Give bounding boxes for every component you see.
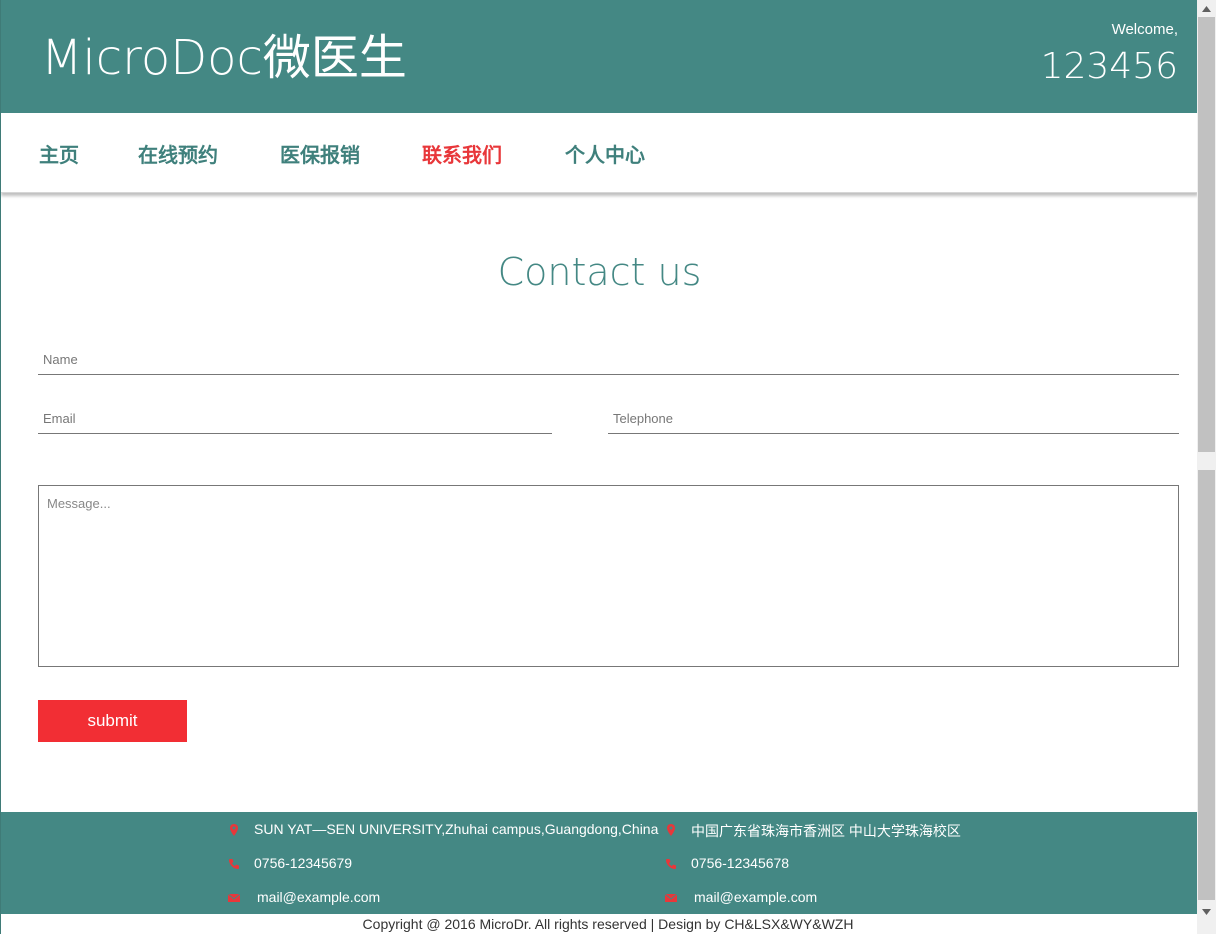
nav-item-contact[interactable]: 联系我们 bbox=[422, 139, 502, 168]
brand-logo[interactable]: MicroDoc微医生 bbox=[41, 34, 407, 82]
footer-address-cn: 中国广东省珠海市香洲区 中山大学珠海校区 bbox=[691, 823, 961, 839]
scroll-thumb[interactable] bbox=[1198, 470, 1215, 900]
nav-item-appointment[interactable]: 在线预约 bbox=[138, 139, 218, 168]
welcome-label: Welcome, bbox=[1111, 21, 1178, 38]
phone-icon bbox=[229, 859, 239, 869]
name-field[interactable] bbox=[38, 344, 1179, 375]
envelope-icon bbox=[227, 893, 241, 902]
email-field[interactable] bbox=[38, 403, 552, 434]
nav-item-insurance[interactable]: 医保报销 bbox=[280, 139, 360, 168]
nav-item-profile[interactable]: 个人中心 bbox=[565, 139, 645, 168]
map-marker-icon bbox=[230, 824, 238, 836]
user-name[interactable]: 123456 bbox=[1041, 49, 1178, 85]
scroll-thumb[interactable] bbox=[1198, 17, 1215, 452]
footer-phone-left: 0756-12345679 bbox=[254, 855, 353, 871]
message-field[interactable] bbox=[38, 485, 1179, 667]
header: MicroDoc微医生 Welcome, 123456 bbox=[1, 0, 1197, 113]
footer-phone-right: 0756-12345678 bbox=[691, 855, 790, 871]
map-marker-icon bbox=[667, 824, 675, 836]
footer-email-left[interactable]: mail@example.com bbox=[257, 889, 380, 905]
submit-button[interactable]: submit bbox=[38, 700, 187, 742]
footer-email-right[interactable]: mail@example.com bbox=[694, 889, 817, 905]
phone-icon bbox=[666, 859, 676, 869]
scroll-up-icon[interactable] bbox=[1197, 0, 1216, 17]
page: MicroDoc微医生 Welcome, 123456 主页 在线预约 医保报销… bbox=[0, 0, 1197, 934]
telephone-field[interactable] bbox=[608, 403, 1179, 434]
scrollbar[interactable] bbox=[1197, 0, 1216, 934]
footer-address-en: SUN YAT—SEN UNIVERSITY,Zhuhai campus,Gua… bbox=[254, 821, 659, 837]
footer: SUN YAT—SEN UNIVERSITY,Zhuhai campus,Gua… bbox=[1, 812, 1197, 914]
contact-title: Contact us bbox=[497, 250, 702, 294]
scroll-down-icon[interactable] bbox=[1197, 903, 1216, 920]
main-nav: 主页 在线预约 医保报销 联系我们 个人中心 bbox=[1, 113, 1197, 193]
copyright: Copyright @ 2016 MicroDr. All rights res… bbox=[362, 916, 854, 932]
nav-item-home[interactable]: 主页 bbox=[39, 139, 79, 168]
envelope-icon bbox=[664, 893, 678, 902]
